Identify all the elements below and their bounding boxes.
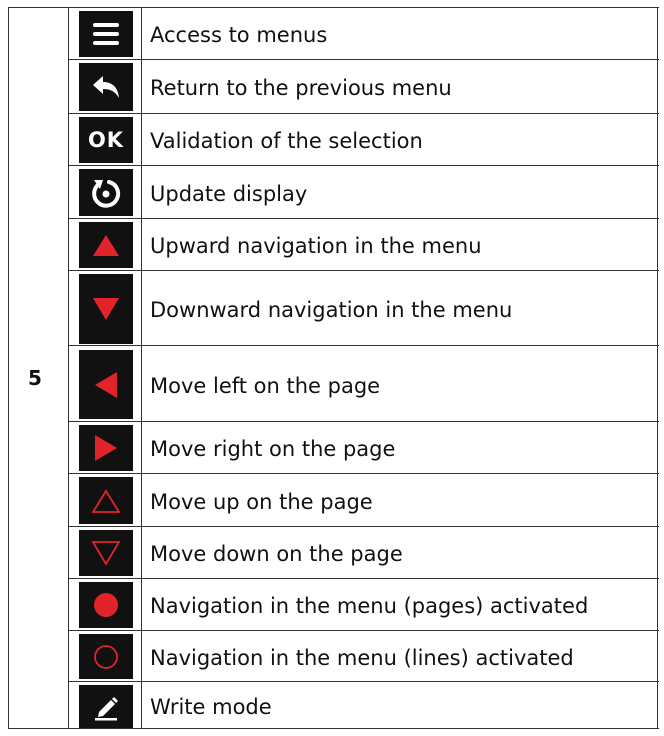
column-divider <box>141 7 142 729</box>
red-circle-outline-icon <box>79 634 133 679</box>
red-down-triangle-outline-icon <box>79 530 133 576</box>
row-label: Update display <box>150 181 308 206</box>
row-label: Return to the previous menu <box>150 76 452 100</box>
red-up-triangle-outline-icon <box>79 477 133 524</box>
row-label: Validation of the selection <box>150 129 423 153</box>
row-label: Move down on the page <box>150 542 403 566</box>
row-label: Move up on the page <box>150 489 373 514</box>
row-label: Navigation in the menu (lines) activated <box>150 645 574 670</box>
refresh-icon <box>79 169 133 216</box>
section-number: 5 <box>28 366 42 390</box>
row-label: Write mode <box>150 695 272 719</box>
row-label: Move right on the page <box>150 437 396 461</box>
red-left-triangle-icon <box>79 350 133 419</box>
return-arrow-icon <box>79 63 133 111</box>
red-filled-circle-icon <box>79 582 133 628</box>
row-label: Navigation in the menu (pages) activated <box>150 594 589 618</box>
row-divider <box>9 7 659 8</box>
pencil-icon <box>79 685 133 728</box>
ok-icon: OK <box>79 117 133 163</box>
column-divider <box>68 7 69 729</box>
row-divider <box>9 728 659 729</box>
red-up-triangle-icon <box>79 222 133 268</box>
red-down-triangle-icon <box>79 274 133 344</box>
ok-icon-text: OK <box>87 128 125 152</box>
row-label: Upward navigation in the menu <box>150 234 482 258</box>
red-right-triangle-icon <box>79 425 133 471</box>
row-label: Move left on the page <box>150 373 381 398</box>
row-label: Access to menus <box>150 23 328 47</box>
menu-icon <box>79 11 133 57</box>
row-label: Downward navigation in the menu <box>150 298 513 322</box>
